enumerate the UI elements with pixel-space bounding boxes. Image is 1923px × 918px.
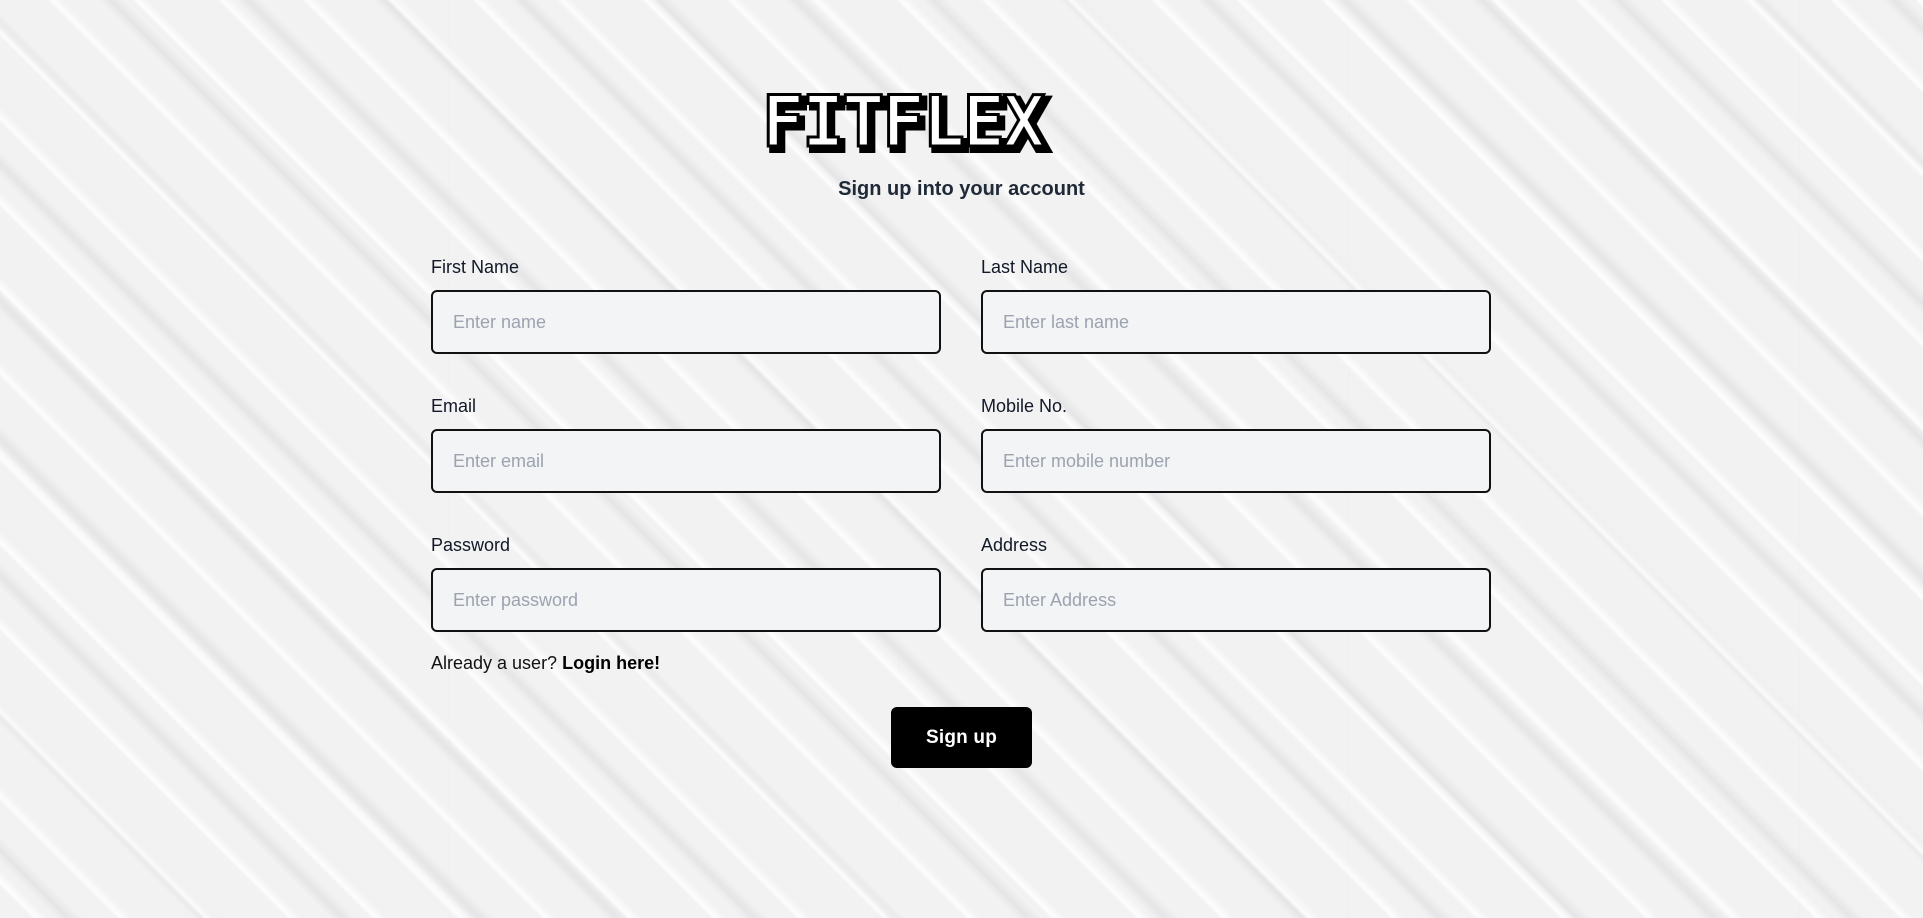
email-input[interactable] <box>431 429 941 493</box>
login-prompt-text: Already a user? <box>431 653 558 673</box>
signup-button[interactable]: Sign up <box>891 707 1032 768</box>
mobile-group: Mobile No. <box>981 395 1491 493</box>
address-input[interactable] <box>981 568 1491 632</box>
address-group: Address <box>981 534 1491 632</box>
first-name-group: First Name <box>431 256 941 354</box>
email-group: Email <box>431 395 941 493</box>
svg-text:FITFLEX: FITFLEX <box>762 84 1045 158</box>
login-link[interactable]: Login here! <box>562 653 660 673</box>
password-group: Password <box>431 534 941 632</box>
mobile-label: Mobile No. <box>981 396 1068 416</box>
address-label: Address <box>981 535 1048 555</box>
last-name-group: Last Name <box>981 256 1491 354</box>
first-name-input[interactable] <box>431 290 941 354</box>
first-name-label: First Name <box>431 257 520 277</box>
email-label: Email <box>431 396 477 416</box>
page-subtitle: Sign up into your account <box>838 178 1085 200</box>
login-prompt: Already a user? Login here! <box>431 653 660 674</box>
mobile-input[interactable] <box>981 429 1491 493</box>
last-name-input[interactable] <box>981 290 1491 354</box>
last-name-label: Last Name <box>981 257 1069 277</box>
fitflex-logo: FITFLEX FITFLEX <box>761 84 1054 158</box>
signup-page: FITFLEX FITFLEX Sign up into your accoun… <box>0 0 1923 918</box>
password-label: Password <box>431 535 511 555</box>
password-input[interactable] <box>431 568 941 632</box>
